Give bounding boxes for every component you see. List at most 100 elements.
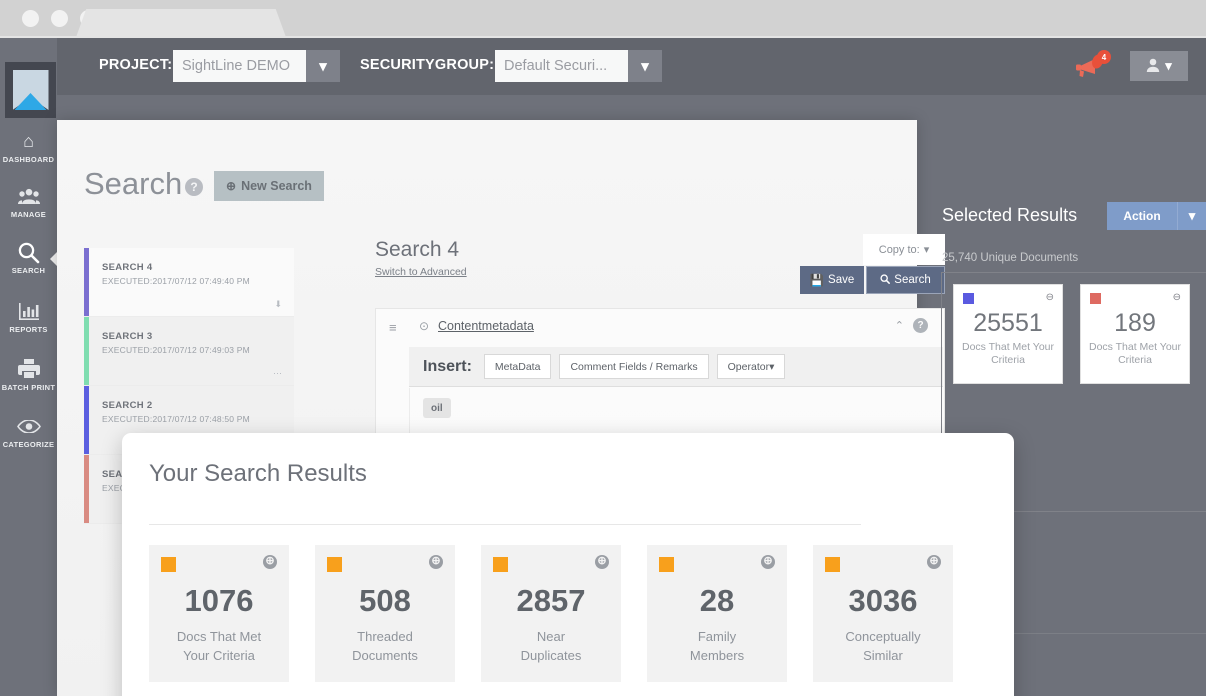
result-tile-label-line2: Your Criteria — [183, 648, 255, 663]
browser-tab[interactable] — [92, 9, 270, 38]
add-icon[interactable]: ⊕ — [429, 555, 443, 569]
result-tile-label: Family Members — [655, 627, 779, 665]
result-tile[interactable]: ⊕ 508 Threaded Documents — [315, 545, 455, 682]
app-logo[interactable] — [5, 62, 56, 118]
result-card[interactable]: ⊖ 189 Docs That Met Your Criteria — [1080, 284, 1190, 384]
search-detail-title: Search 4 — [375, 238, 460, 261]
sidebar-item-reports[interactable]: REPORTS — [0, 300, 57, 334]
result-tile-label-line1: Near — [536, 629, 566, 644]
window-minimize-dot[interactable] — [51, 10, 68, 27]
new-search-button[interactable]: ⊕ New Search — [214, 171, 324, 201]
application: ⌂ DASHBOARD MANAGE SEARCH REPORTS BATCH … — [0, 38, 1206, 696]
plus-circle-icon: ⊕ — [226, 179, 237, 193]
result-tile[interactable]: ⊕ 28 Family Members — [647, 545, 787, 682]
chevron-up-icon[interactable]: ⌃ — [895, 319, 904, 332]
magnifier-icon — [0, 241, 57, 264]
sidebar-item-search[interactable]: SEARCH — [0, 241, 58, 275]
add-icon[interactable]: ⊕ — [263, 555, 277, 569]
window-close-dot[interactable] — [22, 10, 39, 27]
color-swatch — [1090, 293, 1101, 304]
unique-documents-count: 25,740 Unique Documents — [942, 252, 1079, 264]
insert-comment-fields-button[interactable]: Comment Fields / Remarks — [559, 354, 709, 379]
project-select-caret[interactable]: ▾ — [306, 50, 340, 82]
sidebar-item-batch-print[interactable]: BATCH PRINT — [0, 358, 57, 392]
result-tile-label: Near Duplicates — [489, 627, 613, 665]
result-tile-value: 508 — [359, 583, 411, 618]
modal-divider — [149, 524, 861, 525]
securitygroup-value: Default Securi... — [504, 58, 608, 74]
saved-search-executed: EXECUTED:2017/07/12 07:49:40 PM — [102, 276, 250, 286]
modal-cards: ⊕ 1076 Docs That Met Your Criteria ⊕ 508… — [149, 545, 953, 682]
result-tile-label-line2: Members — [689, 648, 745, 663]
result-tile-label: Conceptually Similar — [821, 627, 945, 665]
result-card[interactable]: ⊖ 25551 Docs That Met Your Criteria — [953, 284, 1063, 384]
action-dropdown[interactable]: Action ▾ — [1107, 202, 1206, 230]
notification-badge: 4 — [1097, 50, 1111, 64]
sidebar-item-label: CATEGORIZE — [2, 440, 55, 449]
download-icon[interactable]: ⬇ — [274, 299, 282, 310]
list-item[interactable]: SEARCH 4 EXECUTED:2017/07/12 07:49:40 PM… — [84, 248, 294, 317]
add-icon[interactable]: ⊕ — [595, 555, 609, 569]
save-label: Save — [828, 274, 855, 286]
search-term-tag[interactable]: oil — [423, 398, 451, 418]
help-icon[interactable]: ? — [185, 178, 203, 196]
chevron-down-icon: ▾ — [1165, 58, 1172, 73]
status-color-bar — [84, 386, 89, 454]
user-menu-button[interactable]: ▾ — [1130, 51, 1188, 81]
save-button[interactable]: 💾 Save — [800, 266, 864, 294]
chevron-down-icon: ▾ — [1177, 202, 1206, 230]
people-icon — [0, 185, 57, 207]
chevron-down-icon: ▾ — [641, 58, 649, 75]
add-icon[interactable]: ⊕ — [927, 555, 941, 569]
result-tile[interactable]: ⊕ 1076 Docs That Met Your Criteria — [149, 545, 289, 682]
sidebar-item-label: MANAGE — [10, 210, 47, 219]
announcements-button[interactable]: 4 — [1076, 50, 1111, 81]
securitygroup-select[interactable]: Default Securi... — [495, 50, 628, 82]
result-tile-label-line2: Documents — [352, 648, 418, 663]
remove-icon[interactable]: ⊖ — [1046, 292, 1054, 303]
user-icon — [1146, 58, 1160, 75]
switch-to-advanced-link[interactable]: Switch to Advanced — [375, 266, 467, 278]
result-card-label: Docs That Met Your Criteria — [961, 341, 1055, 366]
remove-icon[interactable]: ⊖ — [1173, 292, 1181, 303]
home-icon: ⌂ — [23, 131, 34, 151]
status-color-bar — [84, 317, 89, 385]
add-icon[interactable]: ⊕ — [761, 555, 775, 569]
result-card-value: 25551 — [973, 309, 1043, 337]
sidebar-item-manage[interactable]: MANAGE — [0, 185, 57, 219]
insert-operator-button[interactable]: Operator▾ — [716, 354, 786, 379]
status-color-bar — [84, 248, 89, 316]
sidebar-item-label: SEARCH — [11, 266, 46, 275]
result-tile-label: Threaded Documents — [323, 627, 447, 665]
saved-search-name: SEARCH 3 — [102, 331, 153, 342]
insert-metadata-button[interactable]: MetaData — [483, 354, 552, 379]
eye-icon — [0, 415, 57, 437]
sidebar-item-label: REPORTS — [9, 325, 48, 334]
result-tile[interactable]: ⊕ 3036 Conceptually Similar — [813, 545, 953, 682]
color-swatch — [659, 557, 674, 572]
sidebar-item-dashboard[interactable]: ⌂ DASHBOARD — [0, 130, 57, 164]
sidebar-item-categorize[interactable]: CATEGORIZE — [0, 415, 57, 449]
securitygroup-label: SECURITYGROUP: — [360, 57, 495, 73]
color-swatch — [327, 557, 342, 572]
top-bar: PROJECT: SightLine DEMO ▾ SECURITYGROUP:… — [57, 38, 1206, 95]
drag-handle-icon[interactable]: ≡ — [389, 320, 397, 335]
result-tile[interactable]: ⊕ 2857 Near Duplicates — [481, 545, 621, 682]
modal-title: Your Search Results — [149, 460, 367, 487]
color-swatch — [161, 557, 176, 572]
criteria-card-title[interactable]: Contentmetadata — [438, 319, 534, 333]
more-icon[interactable]: ⋯ — [273, 368, 282, 379]
check-circle-icon[interactable]: ⊙ — [419, 319, 429, 333]
screenshot-root: ⌂ DASHBOARD MANAGE SEARCH REPORTS BATCH … — [0, 0, 1206, 696]
result-tile-label-line2: Similar — [863, 648, 903, 663]
result-tile-label-line1: Family — [697, 629, 737, 644]
status-color-bar — [84, 455, 89, 523]
chevron-down-icon: ▾ — [319, 58, 327, 75]
copy-to-label: Copy to: — [878, 243, 920, 256]
color-swatch — [825, 557, 840, 572]
criteria-card-header: ≡ ⊙ Contentmetadata ⌃ ? — [376, 309, 944, 344]
list-item[interactable]: SEARCH 3 EXECUTED:2017/07/12 07:49:03 PM… — [84, 317, 294, 386]
securitygroup-select-caret[interactable]: ▾ — [628, 50, 662, 82]
result-tile-label-line1: Threaded — [357, 629, 413, 644]
project-select[interactable]: SightLine DEMO — [173, 50, 306, 82]
